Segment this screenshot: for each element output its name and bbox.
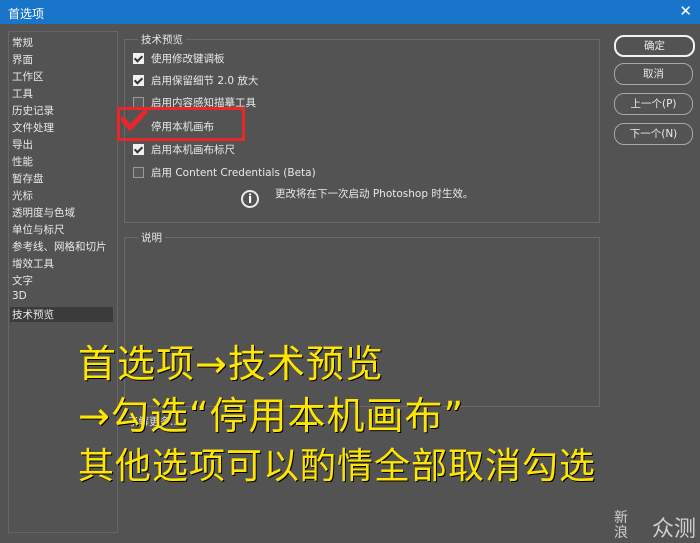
checkbox[interactable]	[133, 74, 144, 86]
option-label: 使用修改键调板	[151, 52, 225, 65]
checkbox[interactable]	[133, 143, 144, 155]
title-bar: 首选项 ✕	[0, 0, 700, 24]
sidebar-item-file-handling[interactable]: 文件处理	[12, 120, 54, 135]
close-icon[interactable]: ✕	[679, 3, 692, 19]
annotation-line-1: 首选项→技术预览	[78, 342, 384, 386]
sidebar-item-guides[interactable]: 参考线、网格和切片	[12, 239, 107, 254]
sidebar-item-3d[interactable]: 3D	[12, 290, 27, 302]
info-icon: i	[241, 190, 259, 208]
checkbox[interactable]	[133, 52, 144, 64]
sidebar-item-transparency[interactable]: 透明度与色域	[12, 205, 75, 220]
checkbox[interactable]	[133, 166, 144, 178]
option-label: 启用 Content Credentials (Beta)	[151, 166, 316, 179]
prev-button[interactable]: 上一个(P)	[614, 93, 693, 115]
watermark-big: 众测	[651, 517, 696, 542]
sidebar-item-tech-preview[interactable]: 技术预览	[10, 307, 113, 322]
info-text: 更改将在下一次启动 Photoshop 时生效。	[275, 188, 474, 200]
sidebar-item-type[interactable]: 文字	[12, 273, 33, 288]
annotation-line-2: →勾选“停用本机画布”	[78, 394, 465, 438]
sidebar-item-interface[interactable]: 界面	[12, 52, 33, 67]
next-button[interactable]: 下一个(N)	[614, 123, 693, 145]
panel-title: 技术预览	[138, 32, 186, 47]
option-preserve-details[interactable]: 启用保留细节 2.0 放大	[133, 73, 258, 87]
watermark-small: 新浪	[614, 510, 628, 541]
sidebar-item-history[interactable]: 历史记录	[12, 103, 54, 118]
sidebar-item-export[interactable]: 导出	[12, 137, 33, 152]
option-label: 启用保留细节 2.0 放大	[151, 74, 259, 87]
description-title: 说明	[138, 230, 165, 245]
sidebar-item-general[interactable]: 常规	[12, 35, 33, 50]
window-title: 首选项	[8, 7, 45, 21]
sidebar-item-performance[interactable]: 性能	[12, 154, 33, 169]
cancel-button[interactable]: 取消	[614, 63, 693, 85]
option-label: 启用本机画布标尺	[151, 143, 235, 156]
option-modifier-palette[interactable]: 使用修改键调板	[133, 51, 225, 65]
annotation-line-3: 其他选项可以酌情全部取消勾选	[78, 446, 597, 487]
option-native-canvas-rulers[interactable]: 启用本机画布标尺	[133, 142, 235, 156]
sidebar-item-workspace[interactable]: 工作区	[12, 69, 44, 84]
option-content-credentials[interactable]: 启用 Content Credentials (Beta)	[133, 165, 316, 179]
ok-button[interactable]: 确定	[614, 35, 695, 57]
sidebar-item-scratch-disks[interactable]: 暂存盘	[12, 171, 44, 186]
checkbox[interactable]	[133, 96, 144, 108]
sidebar-item-plugins[interactable]: 增效工具	[12, 256, 54, 271]
sidebar-item-cursors[interactable]: 光标	[12, 188, 33, 203]
sidebar-item-units[interactable]: 单位与标尺	[12, 222, 65, 237]
sidebar-item-tools[interactable]: 工具	[12, 86, 33, 101]
red-check-icon	[120, 110, 148, 131]
